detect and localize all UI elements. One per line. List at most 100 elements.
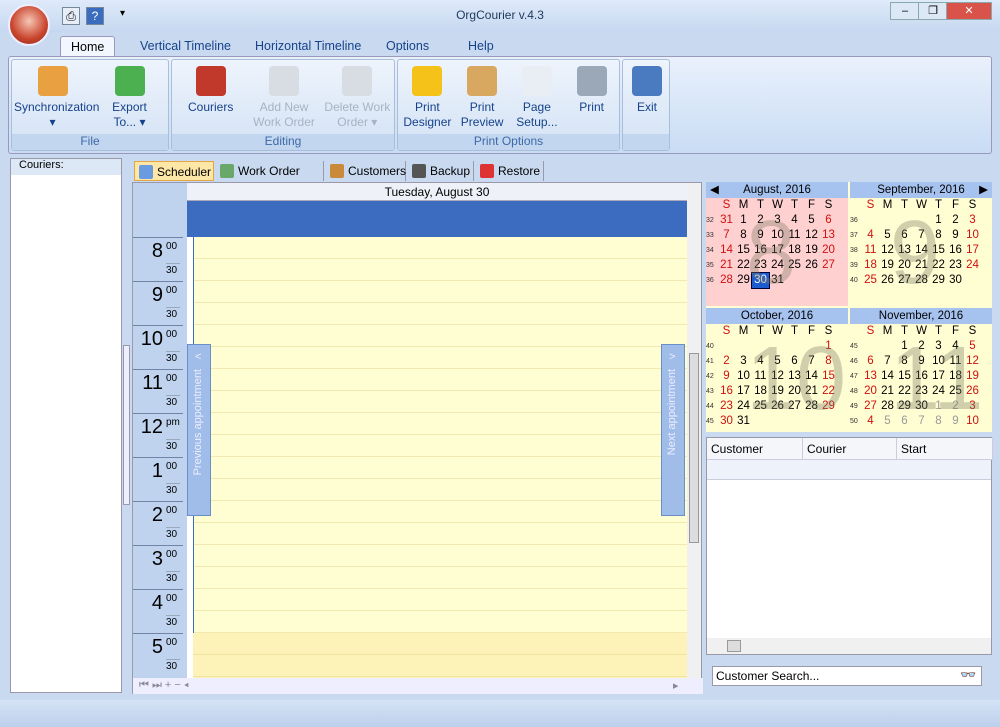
day-cell[interactable]: 1 — [930, 213, 947, 228]
day-cell[interactable]: 7 — [803, 354, 820, 369]
day-cell[interactable]: 10 — [964, 228, 981, 243]
day-cell[interactable]: 3 — [735, 354, 752, 369]
next-appointment-button[interactable]: > Next appointment — [661, 344, 685, 516]
day-cell[interactable]: 3 — [964, 213, 981, 228]
tab-backup[interactable]: Backup — [408, 161, 474, 181]
day-cell[interactable]: 8 — [820, 354, 837, 369]
day-cell[interactable]: 8 — [896, 354, 913, 369]
tab-restore[interactable]: Restore — [476, 161, 544, 181]
tab-options[interactable]: Options — [376, 36, 439, 58]
tab-vertical-timeline[interactable]: Vertical Timeline — [130, 36, 241, 58]
day-cell[interactable]: 2 — [752, 213, 769, 228]
day-cell[interactable]: 23 — [947, 258, 964, 273]
day-cell[interactable]: 11 — [786, 228, 803, 243]
day-cell[interactable]: 9 — [913, 354, 930, 369]
prev-month-button[interactable]: ◀ — [710, 182, 719, 198]
day-cell[interactable]: 16 — [913, 369, 930, 384]
day-cell[interactable]: 22 — [930, 258, 947, 273]
day-cell[interactable]: 23 — [913, 384, 930, 399]
day-cell[interactable]: 10 — [735, 369, 752, 384]
day-cell[interactable]: 18 — [752, 384, 769, 399]
day-cell[interactable]: 29 — [735, 273, 752, 288]
day-cell[interactable]: 19 — [879, 258, 896, 273]
app-menu-orb[interactable] — [8, 4, 50, 46]
day-cell[interactable]: 29 — [820, 399, 837, 414]
day-cell[interactable]: 26 — [879, 273, 896, 288]
day-cell[interactable]: 15 — [930, 243, 947, 258]
day-cell[interactable]: 10 — [964, 414, 981, 429]
day-cell[interactable]: 17 — [930, 369, 947, 384]
day-cell[interactable]: 26 — [803, 258, 820, 273]
print-button[interactable]: Print — [564, 66, 619, 115]
off-hours-cells[interactable] — [193, 633, 687, 678]
day-cell[interactable]: 14 — [718, 243, 735, 258]
day-cell[interactable]: 5 — [964, 339, 981, 354]
new-row[interactable] — [707, 460, 991, 480]
day-cell[interactable]: 22 — [896, 384, 913, 399]
next-month-button[interactable]: ▶ — [979, 182, 988, 198]
day-cell[interactable]: 9 — [718, 369, 735, 384]
day-cell[interactable]: 28 — [718, 273, 735, 288]
day-cell[interactable]: 17 — [964, 243, 981, 258]
day-cell[interactable]: 27 — [820, 258, 837, 273]
print-designer-button[interactable]: Print Designer — [400, 66, 455, 130]
day-cell[interactable]: 20 — [896, 258, 913, 273]
day-cell[interactable]: 11 — [947, 354, 964, 369]
day-cell[interactable]: 3 — [964, 399, 981, 414]
day-cell[interactable]: 7 — [879, 354, 896, 369]
day-cell[interactable]: 25 — [786, 258, 803, 273]
day-cell[interactable]: 12 — [879, 243, 896, 258]
customer-search-input[interactable]: Customer Search... — [712, 666, 982, 686]
day-cell[interactable]: 2 — [947, 399, 964, 414]
day-cell[interactable]: 30 — [913, 399, 930, 414]
exit-button[interactable]: Exit — [625, 66, 669, 115]
day-cell[interactable]: 15 — [896, 369, 913, 384]
day-cell[interactable]: 1 — [820, 339, 837, 354]
day-cell[interactable]: 19 — [964, 369, 981, 384]
day-header[interactable]: Tuesday, August 30 — [187, 183, 687, 201]
couriers-button[interactable]: Couriers — [174, 66, 247, 115]
day-cell[interactable]: 27 — [896, 273, 913, 288]
day-cell[interactable]: 22 — [820, 384, 837, 399]
day-cell[interactable]: 18 — [947, 369, 964, 384]
tab-scheduler[interactable]: Scheduler — [134, 161, 214, 181]
day-cell[interactable]: 10 — [930, 354, 947, 369]
day-cell[interactable]: 12 — [769, 369, 786, 384]
restore-button[interactable]: ❐ — [918, 2, 948, 20]
day-cell[interactable]: 21 — [718, 258, 735, 273]
tab-home[interactable]: Home — [60, 36, 116, 58]
day-cell[interactable]: 13 — [896, 243, 913, 258]
day-cell[interactable]: 15 — [735, 243, 752, 258]
day-cell[interactable]: 12 — [803, 228, 820, 243]
navigation-bar[interactable]: ⏮ ⏭ + − ◂ ▸ — [133, 678, 703, 694]
minimize-button[interactable]: – — [890, 2, 920, 20]
day-cell[interactable]: 6 — [820, 213, 837, 228]
day-cell[interactable]: 4 — [947, 339, 964, 354]
day-cell[interactable]: 4 — [862, 414, 879, 429]
day-cell[interactable]: 22 — [735, 258, 752, 273]
day-cell[interactable]: 28 — [879, 399, 896, 414]
day-cell[interactable]: 1 — [930, 399, 947, 414]
day-cell[interactable]: 13 — [820, 228, 837, 243]
column-start[interactable]: Start — [897, 438, 993, 460]
day-cell[interactable]: 4 — [862, 228, 879, 243]
day-cell[interactable]: 27 — [862, 399, 879, 414]
binoculars-icon[interactable]: 👓 — [960, 667, 980, 685]
day-cell[interactable]: 7 — [718, 228, 735, 243]
day-cell[interactable]: 17 — [769, 243, 786, 258]
time-cells[interactable] — [193, 237, 687, 678]
day-cell[interactable]: 19 — [769, 384, 786, 399]
day-cell[interactable]: 31 — [718, 213, 735, 228]
day-cell[interactable]: 2 — [718, 354, 735, 369]
day-cell[interactable]: 12 — [964, 354, 981, 369]
day-cell[interactable]: 25 — [752, 399, 769, 414]
close-button[interactable]: ✕ — [946, 2, 992, 20]
day-cell[interactable]: 7 — [913, 228, 930, 243]
day-cell[interactable]: 5 — [879, 228, 896, 243]
day-cell[interactable]: 18 — [786, 243, 803, 258]
horizontal-scrollbar[interactable] — [707, 638, 991, 654]
day-cell[interactable]: 9 — [947, 414, 964, 429]
customize-quick-access-icon[interactable]: ▾ — [120, 8, 125, 19]
day-cell[interactable]: 14 — [803, 369, 820, 384]
day-cell[interactable]: 23 — [718, 399, 735, 414]
